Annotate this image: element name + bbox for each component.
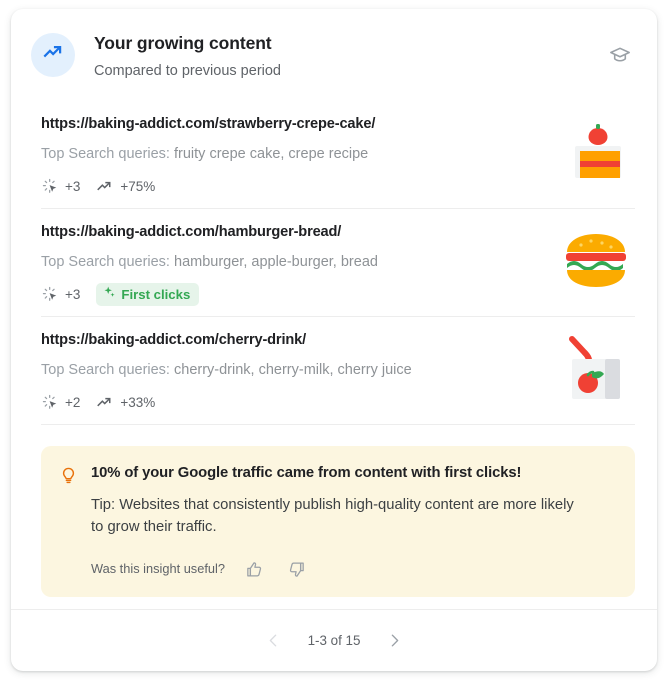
graduation-cap-icon[interactable]	[605, 41, 635, 71]
juice-box-image	[557, 330, 635, 408]
cake-slice-image	[557, 114, 635, 192]
header-text-block: Your growing content Compared to previou…	[94, 31, 605, 82]
card-title: Your growing content	[94, 33, 272, 53]
insight-body: 10% of your Google traffic came from con…	[91, 463, 615, 581]
metric-clicks-value: +3	[65, 286, 81, 302]
queries-label: Top Search queries:	[41, 362, 170, 378]
growing-content-card: Your growing content Compared to previou…	[11, 9, 657, 671]
chevron-left-icon[interactable]	[258, 625, 290, 657]
queries-label: Top Search queries:	[41, 254, 170, 270]
card-footer: 1-3 of 15	[11, 609, 657, 671]
list-item-content: https://baking-addict.com/hamburger-brea…	[41, 218, 541, 306]
screen: Your growing content Compared to previou…	[0, 0, 668, 680]
trending-up-icon	[96, 178, 113, 195]
item-metrics: +2 +33%	[41, 390, 541, 414]
ads-click-icon	[41, 286, 58, 303]
metric-clicks: +3	[41, 178, 80, 195]
badge-label: First clicks	[121, 286, 191, 302]
item-url[interactable]: https://baking-addict.com/cherry-drink/	[41, 330, 541, 351]
insight-section: 10% of your Google traffic came from con…	[11, 425, 657, 597]
list-item[interactable]: https://baking-addict.com/strawberry-cre…	[41, 101, 635, 209]
list-item-content: https://baking-addict.com/strawberry-cre…	[41, 110, 541, 198]
item-queries: Top Search queries: hamburger, apple-bur…	[41, 252, 541, 272]
list-item[interactable]: https://baking-addict.com/cherry-drink/ …	[41, 317, 635, 425]
metric-clicks: +3	[41, 286, 80, 303]
item-queries: Top Search queries: cherry-drink, cherry…	[41, 360, 541, 380]
pagination-range: 1-3 of 15	[307, 632, 361, 648]
list-item[interactable]: https://baking-addict.com/hamburger-brea…	[41, 209, 635, 317]
sparkle-icon	[103, 285, 116, 303]
insight-headline: 10% of your Google traffic came from con…	[91, 465, 522, 481]
chevron-right-icon[interactable]	[378, 625, 410, 657]
content-item-list: https://baking-addict.com/strawberry-cre…	[11, 101, 657, 425]
header-avatar	[31, 33, 75, 77]
metric-trend: +75%	[96, 178, 155, 195]
ads-click-icon	[41, 394, 58, 411]
queries-value: cherry-drink, cherry-milk, cherry juice	[174, 362, 412, 378]
metric-clicks-value: +3	[65, 178, 81, 194]
trending-up-icon	[42, 41, 65, 69]
item-metrics: +3 +75%	[41, 174, 541, 198]
metric-trend: +33%	[96, 394, 155, 411]
insight-tip: Tip: Websites that consistently publish …	[91, 497, 574, 535]
hamburger-image	[557, 222, 635, 300]
queries-value: hamburger, apple-burger, bread	[174, 254, 378, 270]
pagination: 1-3 of 15	[258, 625, 411, 657]
metric-trend-value: +33%	[120, 394, 156, 410]
item-metrics: +3 First clicks	[41, 282, 541, 306]
metric-clicks: +2	[41, 394, 80, 411]
item-url[interactable]: https://baking-addict.com/strawberry-cre…	[41, 114, 541, 135]
status-badge: First clicks	[96, 282, 200, 306]
lightbulb-icon	[58, 464, 78, 486]
metric-clicks-value: +2	[65, 394, 81, 410]
insight-feedback: Was this insight useful?	[91, 557, 615, 581]
list-item-content: https://baking-addict.com/cherry-drink/ …	[41, 326, 541, 414]
insight-box: 10% of your Google traffic came from con…	[41, 446, 635, 597]
thumb-down-icon[interactable]	[285, 557, 309, 581]
queries-label: Top Search queries:	[41, 146, 170, 162]
trending-up-icon	[96, 394, 113, 411]
card-subtitle: Compared to previous period	[94, 63, 281, 79]
metric-trend-value: +75%	[120, 178, 156, 194]
thumb-up-icon[interactable]	[243, 557, 267, 581]
feedback-question: Was this insight useful?	[91, 561, 225, 576]
item-queries: Top Search queries: fruity crepe cake, c…	[41, 144, 541, 164]
item-url[interactable]: https://baking-addict.com/hamburger-brea…	[41, 222, 541, 243]
ads-click-icon	[41, 178, 58, 195]
queries-value: fruity crepe cake, crepe recipe	[174, 146, 369, 162]
card-header: Your growing content Compared to previou…	[11, 9, 657, 101]
